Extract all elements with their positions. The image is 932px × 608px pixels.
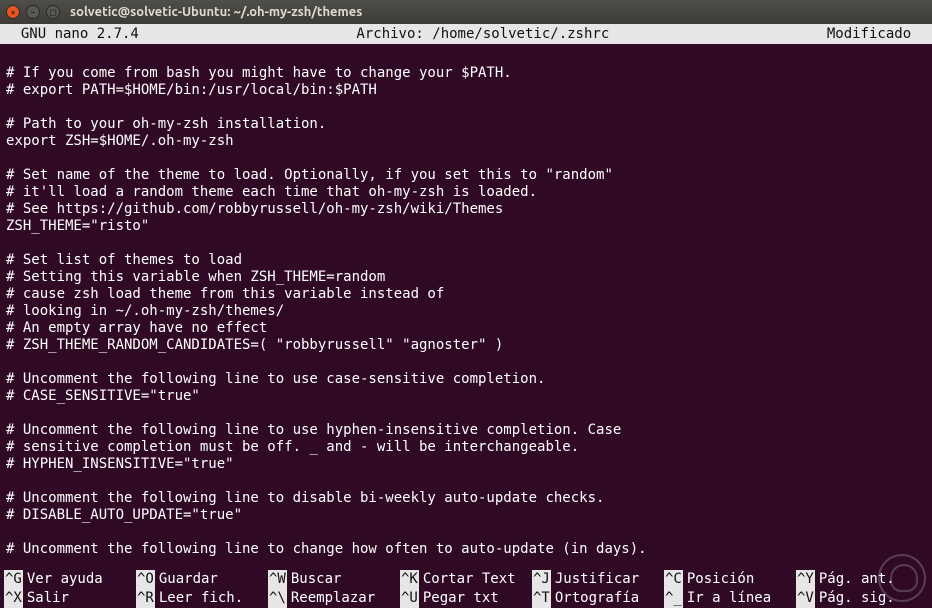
shortcut-label: Buscar — [291, 570, 342, 589]
shortcut-key: ^R — [136, 589, 155, 608]
shortcut-label: Ver ayuda — [27, 570, 103, 589]
shortcut-key: ^\ — [268, 589, 287, 608]
shortcut-row-2: ^X Salir^R Leer fich.^\ Reemplazar^U Peg… — [4, 589, 928, 608]
shortcut-key: ^J — [532, 570, 551, 589]
shortcut-key: ^W — [268, 570, 287, 589]
shortcut-item[interactable]: ^K Cortar Text — [400, 570, 532, 589]
shortcut-item[interactable]: ^C Posición — [664, 570, 796, 589]
nano-shortcuts: ^G Ver ayuda^O Guardar^W Buscar^K Cortar… — [0, 570, 932, 608]
shortcut-key: ^G — [4, 570, 23, 589]
shortcut-label: Justificar — [555, 570, 639, 589]
editor-area[interactable]: # If you come from bash you might have t… — [0, 44, 932, 566]
nano-statusbar: GNU nano 2.7.4 Archivo: /home/solvetic/.… — [0, 24, 932, 44]
shortcut-item[interactable]: ^J Justificar — [532, 570, 664, 589]
nano-modified: Modificado — [827, 24, 932, 44]
shortcut-label: Reemplazar — [291, 589, 375, 608]
maximize-icon[interactable]: ▢ — [46, 5, 60, 19]
minimize-icon[interactable]: – — [26, 5, 40, 19]
nano-version: GNU nano 2.7.4 — [0, 24, 139, 44]
close-icon[interactable]: × — [6, 5, 20, 19]
shortcut-item[interactable]: ^\ Reemplazar — [268, 589, 400, 608]
watermark-icon — [878, 554, 926, 602]
shortcut-label: Ortografía — [555, 589, 639, 608]
shortcut-key: ^T — [532, 589, 551, 608]
shortcut-key: ^O — [136, 570, 155, 589]
shortcut-item[interactable]: ^T Ortografía — [532, 589, 664, 608]
shortcut-key: ^C — [664, 570, 683, 589]
shortcut-label: Ir a línea — [687, 589, 771, 608]
shortcut-key: ^K — [400, 570, 419, 589]
shortcut-key: ^Y — [796, 570, 815, 589]
nano-filename: Archivo: /home/solvetic/.zshrc — [139, 24, 827, 44]
shortcut-label: Salir — [27, 589, 69, 608]
shortcut-item[interactable]: ^W Buscar — [268, 570, 400, 589]
shortcut-item[interactable]: ^U Pegar txt — [400, 589, 532, 608]
shortcut-key: ^V — [796, 589, 815, 608]
shortcut-label: Posición — [687, 570, 754, 589]
shortcut-label: Leer fich. — [159, 589, 243, 608]
shortcut-label: Pegar txt — [423, 589, 499, 608]
window-title: solvetic@solvetic-Ubuntu: ~/.oh-my-zsh/t… — [70, 5, 362, 19]
shortcut-item[interactable]: ^X Salir — [4, 589, 136, 608]
shortcut-label: Guardar — [159, 570, 218, 589]
shortcut-key: ^X — [4, 589, 23, 608]
shortcut-item[interactable]: ^O Guardar — [136, 570, 268, 589]
shortcut-item[interactable]: ^_ Ir a línea — [664, 589, 796, 608]
window-titlebar: × – ▢ solvetic@solvetic-Ubuntu: ~/.oh-my… — [0, 0, 932, 24]
shortcut-key: ^_ — [664, 589, 683, 608]
window-buttons: × – ▢ — [6, 5, 60, 19]
shortcut-key: ^U — [400, 589, 419, 608]
shortcut-item[interactable]: ^G Ver ayuda — [4, 570, 136, 589]
shortcut-row-1: ^G Ver ayuda^O Guardar^W Buscar^K Cortar… — [4, 570, 928, 589]
shortcut-label: Cortar Text — [423, 570, 516, 589]
shortcut-item[interactable]: ^R Leer fich. — [136, 589, 268, 608]
